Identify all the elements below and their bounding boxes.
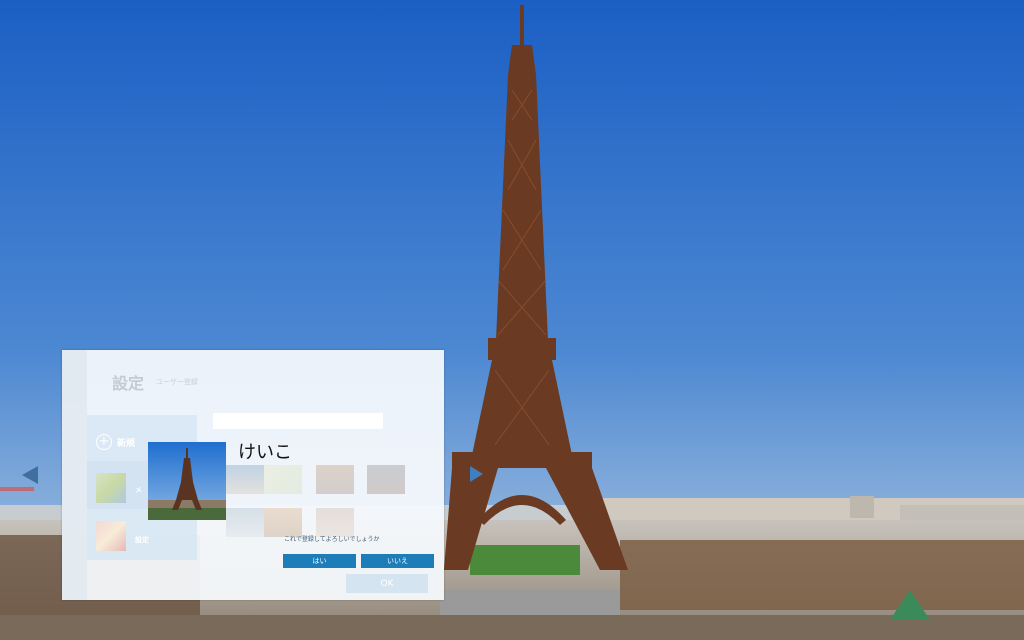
- new-user-label: 新規: [117, 439, 136, 449]
- panel-title: 設定: [112, 374, 145, 393]
- yes-button[interactable]: はい: [283, 554, 356, 568]
- left-edge-strip: [0, 487, 34, 491]
- arrow-left-icon[interactable]: [22, 466, 38, 484]
- panel-left-bar: [62, 350, 87, 600]
- photo-option[interactable]: [226, 508, 264, 537]
- no-button[interactable]: いいえ: [361, 554, 434, 568]
- ok-button[interactable]: OK: [346, 574, 428, 593]
- name-input[interactable]: [213, 413, 383, 429]
- panel-subtitle: ユーザー登録: [156, 378, 198, 386]
- arrow-right-icon[interactable]: [470, 466, 483, 482]
- selected-user-name: けいこ: [238, 442, 292, 463]
- photo-option[interactable]: [316, 465, 354, 494]
- photo-option[interactable]: [264, 508, 302, 537]
- photo-option[interactable]: [226, 465, 264, 494]
- user-name: 設定: [135, 536, 149, 544]
- confirm-message: これで登録してよろしいでしょうか: [284, 536, 380, 543]
- photo-option[interactable]: [367, 465, 405, 494]
- user-name: メ: [135, 486, 142, 494]
- user-thumbnail: [96, 521, 126, 551]
- photo-option[interactable]: [316, 508, 354, 537]
- selected-photo-eiffel: [148, 442, 226, 520]
- photo-option[interactable]: [264, 465, 302, 494]
- user-thumbnail: [96, 473, 126, 503]
- plus-circle-icon: +: [96, 434, 112, 450]
